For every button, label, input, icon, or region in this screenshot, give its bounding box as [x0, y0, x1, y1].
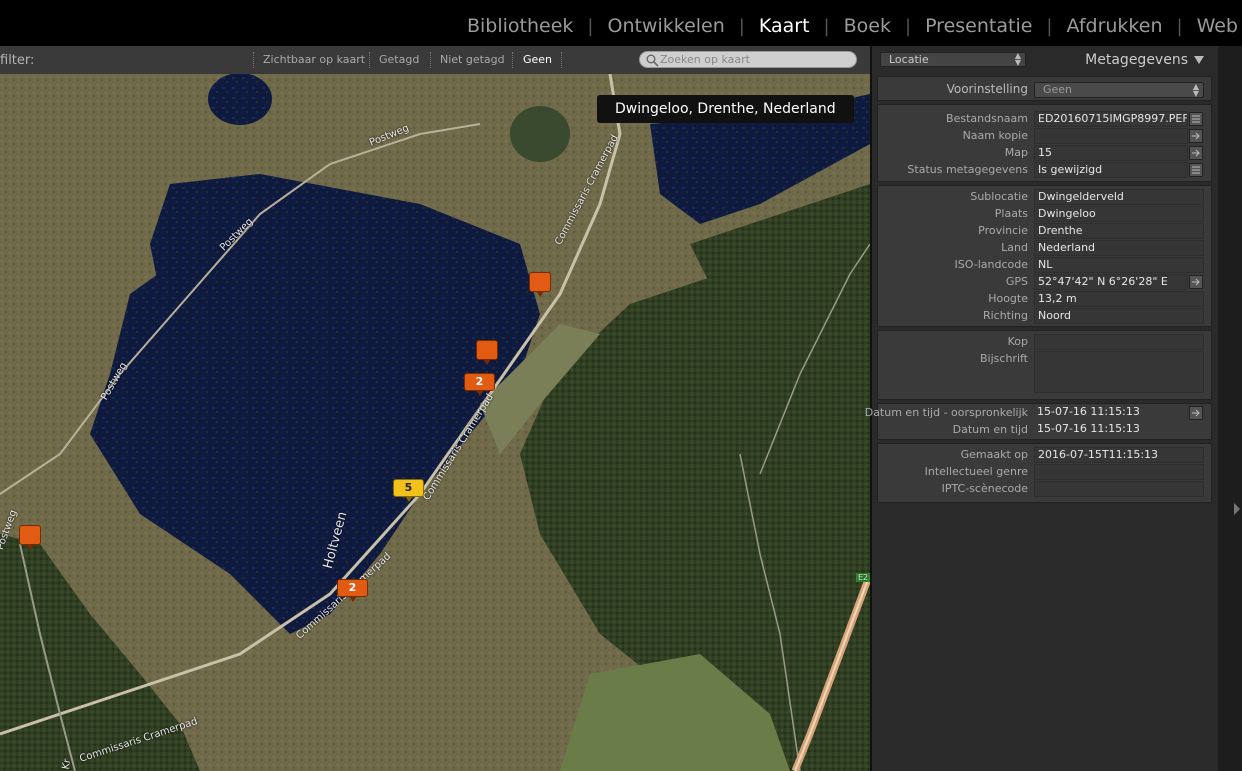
- country-field[interactable]: Nederland: [1034, 240, 1204, 256]
- preset-section: Voorinstelling Geen ▲ ▼: [877, 76, 1212, 101]
- field-label: Land: [1001, 241, 1028, 254]
- field-label: Sublocatie: [970, 190, 1028, 203]
- field-label: Status metagegevens: [907, 163, 1028, 176]
- location-filter-bar: filter: Zichtbaar op kaart Getagd Niet g…: [0, 46, 870, 75]
- module-ontwikkelen[interactable]: Ontwikkelen: [593, 15, 738, 37]
- field-label: Bestandsnaam: [946, 112, 1028, 125]
- filter-visible-on-map[interactable]: Zichtbaar op kaart: [263, 53, 365, 66]
- copy-name-field[interactable]: [1034, 128, 1188, 144]
- filter-separator: [430, 52, 431, 68]
- original-datetime-field: 15-07-16 11:15:13: [1037, 405, 1140, 418]
- photo-cluster-pin[interactable]: 2: [337, 579, 368, 602]
- filename-field[interactable]: ED20160715IMGP8997.PEF: [1034, 111, 1188, 127]
- filter-tagged[interactable]: Getagd: [379, 53, 419, 66]
- photo-pin[interactable]: [529, 272, 551, 297]
- module-boek[interactable]: Boek: [830, 15, 905, 37]
- arrow-right-icon[interactable]: [1189, 129, 1203, 143]
- arrow-right-icon[interactable]: [1189, 275, 1203, 289]
- field-label: Hoogte: [988, 292, 1028, 305]
- module-web[interactable]: Web: [1183, 15, 1242, 37]
- caption-field[interactable]: [1034, 351, 1204, 393]
- filter-label: filter:: [0, 53, 35, 68]
- metadata-view-select[interactable]: Locatie ▲ ▼: [880, 52, 1026, 67]
- preset-value: Geen: [1043, 83, 1073, 96]
- select-arrows-icon: ▲ ▼: [1192, 82, 1199, 98]
- filter-none[interactable]: Geen: [523, 53, 552, 66]
- module-list: Bibliotheek | Ontwikkelen | Kaart | Boek…: [453, 10, 1242, 42]
- intellectual-genre-field[interactable]: [1034, 464, 1204, 480]
- iptc-scene-code-field[interactable]: [1034, 481, 1204, 497]
- panel-collapse-arrow-icon[interactable]: [1234, 503, 1240, 515]
- province-field[interactable]: Drenthe: [1034, 223, 1204, 239]
- field-label: Gemaakt op: [960, 448, 1028, 461]
- search-icon: [646, 54, 659, 67]
- module-presentatie[interactable]: Presentatie: [911, 15, 1046, 37]
- field-label: Provincie: [978, 224, 1028, 237]
- road-number-badge: E2: [856, 573, 870, 582]
- photo-pin[interactable]: [19, 525, 41, 550]
- metadata-status-field[interactable]: Is gewijzigd: [1034, 162, 1188, 178]
- filter-separator: [253, 52, 254, 68]
- photo-cluster-pin-selected[interactable]: 5: [393, 479, 424, 502]
- list-icon[interactable]: [1189, 112, 1203, 126]
- file-section: Bestandsnaam ED20160715IMGP8997.PEF Naam…: [877, 104, 1212, 182]
- module-kaart[interactable]: Kaart: [745, 15, 824, 37]
- module-picker: Bibliotheek | Ontwikkelen | Kaart | Boek…: [0, 0, 1242, 46]
- field-label: ISO-landcode: [954, 258, 1028, 271]
- filter-separator: [512, 52, 513, 68]
- altitude-field[interactable]: 13,2 m: [1034, 291, 1204, 307]
- arrow-right-icon[interactable]: [1189, 406, 1203, 420]
- preset-label: Voorinstelling: [946, 82, 1028, 96]
- gps-field[interactable]: 52°47'42" N 6°26'28" E: [1034, 274, 1188, 290]
- map-imagery: [0, 74, 870, 771]
- date-section: Datum en tijd - oorspronkelijk 15-07-16 …: [865, 403, 1212, 440]
- iptc-section: Gemaakt op 2016-07-15T11:15:13 Intellect…: [877, 443, 1212, 503]
- field-label: Intellectueel genre: [924, 465, 1028, 478]
- list-icon[interactable]: [1189, 163, 1203, 177]
- city-field[interactable]: Dwingeloo: [1034, 206, 1204, 222]
- panel-title[interactable]: Metagegevens: [1085, 52, 1188, 68]
- iso-country-code-field[interactable]: NL: [1034, 257, 1204, 273]
- field-label: Richting: [982, 309, 1028, 322]
- field-label: Datum en tijd - oorspronkelijk: [864, 406, 1028, 419]
- caption-section: Kop Bijschrift: [877, 330, 1212, 400]
- arrow-right-icon[interactable]: [1189, 146, 1203, 160]
- datetime-field: 15-07-16 11:15:13: [1037, 422, 1140, 435]
- field-label: Naam kopie: [962, 129, 1028, 142]
- filter-untagged[interactable]: Niet getagd: [440, 53, 505, 66]
- road-label: Kr: [60, 758, 74, 771]
- filter-separator: [369, 52, 370, 68]
- module-bibliotheek[interactable]: Bibliotheek: [453, 15, 587, 37]
- field-label: IPTC-scènecode: [941, 482, 1028, 495]
- folder-field[interactable]: 15: [1034, 145, 1188, 161]
- location-tooltip: Dwingeloo, Drenthe, Nederland: [597, 95, 854, 123]
- date-created-field[interactable]: 2016-07-15T11:15:13: [1034, 447, 1204, 463]
- location-section: Sublocatie Dwingelderveld Plaats Dwingel…: [877, 185, 1212, 327]
- headline-field[interactable]: [1034, 334, 1204, 350]
- sublocation-field[interactable]: Dwingelderveld: [1034, 189, 1204, 205]
- field-label: Plaats: [994, 207, 1028, 220]
- field-label: Map: [1004, 146, 1028, 159]
- preset-select[interactable]: Geen ▲ ▼: [1034, 82, 1204, 98]
- panel-scroll-strip[interactable]: [1218, 46, 1242, 771]
- field-label: Datum en tijd: [952, 423, 1028, 436]
- metadata-panel-header: Locatie ▲ ▼ Metagegevens: [878, 50, 1214, 72]
- metadata-view-value: Locatie: [889, 53, 929, 66]
- select-arrows-icon: ▲ ▼: [1014, 51, 1021, 67]
- map-search-placeholder: Zoeken op kaart: [660, 53, 750, 66]
- direction-field[interactable]: Noord: [1034, 308, 1204, 324]
- field-label: GPS: [1005, 275, 1028, 288]
- photo-cluster-pin[interactable]: 2: [464, 373, 495, 396]
- field-label: Bijschrift: [980, 352, 1028, 365]
- photo-pin[interactable]: [476, 340, 498, 365]
- module-afdrukken[interactable]: Afdrukken: [1053, 15, 1177, 37]
- map-search-input[interactable]: Zoeken op kaart: [639, 51, 857, 68]
- field-label: Kop: [1007, 335, 1028, 348]
- filter-separator: [561, 52, 562, 68]
- satellite-map[interactable]: Postweg Postweg Postweg Postweg Commissa…: [0, 74, 870, 771]
- panel-toggle-triangle-icon[interactable]: [1194, 56, 1204, 64]
